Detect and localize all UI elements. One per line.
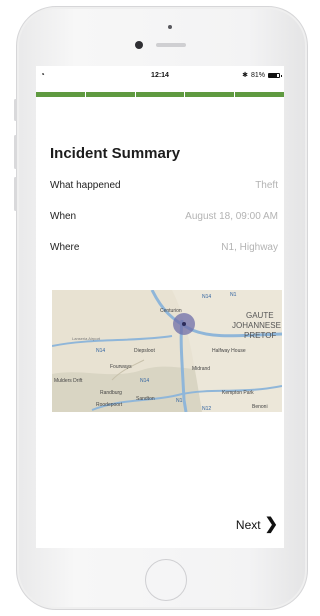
volume-down-button bbox=[14, 177, 17, 211]
progress-segment bbox=[36, 92, 85, 97]
map-label: Halfway House bbox=[212, 348, 246, 354]
what-label: What happened bbox=[50, 180, 121, 191]
map-label: N14 bbox=[140, 378, 149, 384]
map-label: N1 bbox=[230, 292, 237, 298]
battery-fill bbox=[269, 73, 278, 77]
summary-row-where: Where N1, Highway bbox=[50, 242, 278, 256]
app-screen: ◔ 12:14 ✱ 81% Incident Summary What happ… bbox=[36, 66, 284, 548]
battery-percent: 81% bbox=[250, 71, 265, 79]
incident-marker-dot bbox=[182, 322, 186, 326]
where-value: N1, Highway bbox=[221, 242, 278, 253]
map-label: Fourways bbox=[110, 364, 132, 370]
map-label: N1 bbox=[176, 398, 183, 404]
volume-up-button bbox=[14, 135, 17, 169]
what-value: Theft bbox=[255, 180, 278, 191]
map-label: Kempton Park bbox=[222, 390, 254, 396]
map-label: Midrand bbox=[192, 366, 210, 372]
progress-segment bbox=[185, 92, 235, 97]
bluetooth-icon: ✱ bbox=[242, 72, 248, 79]
step-progress-bar bbox=[36, 92, 284, 97]
battery-icon bbox=[268, 72, 282, 78]
home-button[interactable] bbox=[145, 559, 187, 601]
map-label: Benoni bbox=[252, 404, 268, 410]
map-label: PRETOF bbox=[244, 331, 276, 340]
summary-row-what: What happened Theft bbox=[50, 180, 278, 194]
page-title: Incident Summary bbox=[50, 145, 181, 162]
map-label: GAUTE bbox=[246, 311, 274, 320]
status-right: ✱ 81% bbox=[242, 71, 282, 79]
chevron-right-icon: ❯ bbox=[264, 516, 278, 533]
incident-map[interactable]: Centurion N14 N1 GAUTE JOHANNESE PRETOF … bbox=[52, 290, 282, 412]
map-label: JOHANNESE bbox=[232, 321, 281, 330]
map-label: N14 bbox=[96, 348, 105, 354]
earpiece-speaker bbox=[156, 43, 186, 47]
map-label: Sandton bbox=[136, 396, 155, 402]
map-svg: Centurion N14 N1 GAUTE JOHANNESE PRETOF … bbox=[52, 290, 282, 412]
progress-segment bbox=[85, 92, 135, 97]
summary-row-when: When August 18, 09:00 AM bbox=[50, 211, 278, 225]
progress-segment bbox=[135, 92, 185, 97]
map-label: Roodepoort bbox=[96, 402, 123, 408]
where-label: Where bbox=[50, 242, 80, 253]
map-label: N14 bbox=[202, 294, 211, 300]
map-label: Mulders Drift bbox=[54, 378, 83, 384]
status-bar: ◔ 12:14 ✱ 81% bbox=[36, 66, 284, 86]
mute-switch bbox=[14, 99, 17, 121]
next-button[interactable]: Next ❯ bbox=[235, 516, 278, 533]
when-value: August 18, 09:00 AM bbox=[185, 211, 278, 222]
front-camera bbox=[135, 41, 143, 49]
progress-segment bbox=[235, 92, 284, 97]
proximity-sensor bbox=[168, 25, 172, 29]
map-label: Diepsloot bbox=[134, 348, 155, 354]
next-label: Next bbox=[235, 518, 261, 532]
map-label: Randburg bbox=[100, 390, 122, 396]
map-label: Lanseria Airport bbox=[72, 336, 101, 341]
map-label: Centurion bbox=[160, 308, 182, 314]
when-label: When bbox=[50, 211, 77, 222]
map-label: N12 bbox=[202, 406, 211, 412]
